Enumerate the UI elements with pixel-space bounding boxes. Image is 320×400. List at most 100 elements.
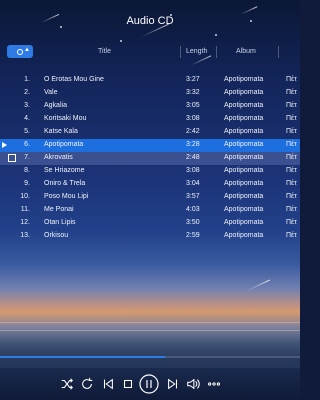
column-divider[interactable] bbox=[180, 46, 181, 58]
seek-bar[interactable] bbox=[0, 356, 300, 358]
track-title: Me Ponai bbox=[44, 206, 74, 213]
track-length: 3:08 bbox=[186, 115, 200, 122]
track-number: 13. bbox=[20, 232, 30, 239]
column-divider[interactable] bbox=[278, 46, 279, 58]
track-artist: Πέτ bbox=[286, 141, 297, 148]
now-playing-icon bbox=[2, 142, 7, 148]
track-album: Apotipomata bbox=[224, 193, 264, 200]
track-artist: Πέτ bbox=[286, 193, 297, 200]
track-row[interactable]: 8. Se Hriazome 3:08 Apotipomata Πέτ bbox=[0, 165, 300, 178]
seek-bar-fill bbox=[0, 356, 165, 358]
track-title: Se Hriazome bbox=[44, 167, 85, 174]
track-row[interactable]: 11. Me Ponai 4:03 Apotipomata Πέτ bbox=[0, 204, 300, 217]
playback-controls bbox=[0, 368, 300, 400]
track-artist: Πέτ bbox=[286, 76, 297, 83]
track-number: 3. bbox=[24, 102, 30, 109]
track-album: Apotipomata bbox=[224, 115, 264, 122]
track-row[interactable]: 4. Koritsaki Mou 3:08 Apotipomata Πέτ bbox=[0, 113, 300, 126]
repeat-icon[interactable] bbox=[80, 377, 94, 391]
track-album: Apotipomata bbox=[224, 167, 264, 174]
track-length: 4:03 bbox=[186, 206, 200, 213]
stop-icon[interactable] bbox=[121, 377, 135, 391]
track-number: 4. bbox=[24, 115, 30, 122]
track-number: 2. bbox=[24, 89, 30, 96]
track-length: 3:28 bbox=[186, 141, 200, 148]
track-title: Apotipomata bbox=[44, 141, 84, 148]
column-album-header[interactable]: Album bbox=[236, 48, 256, 55]
water-reflection bbox=[0, 330, 300, 331]
track-artist: Πέτ bbox=[286, 206, 297, 213]
track-length: 3:08 bbox=[186, 167, 200, 174]
track-length: 2:42 bbox=[186, 128, 200, 135]
track-artist: Πέτ bbox=[286, 154, 297, 161]
track-number: 12. bbox=[20, 219, 30, 226]
track-title: Vale bbox=[44, 89, 58, 96]
track-length: 3:04 bbox=[186, 180, 200, 187]
track-artist: Πέτ bbox=[286, 115, 297, 122]
window-title: Audio CD bbox=[126, 15, 174, 27]
track-title: Poso Mou Lipi bbox=[44, 193, 89, 200]
track-length: 3:05 bbox=[186, 102, 200, 109]
track-album: Apotipomata bbox=[224, 180, 264, 187]
track-number: 7. bbox=[24, 154, 30, 161]
track-number: 9. bbox=[24, 180, 30, 187]
track-length: 3:50 bbox=[186, 219, 200, 226]
track-row[interactable]: 7. Akrovatis 2:48 Apotipomata Πέτ bbox=[0, 152, 300, 165]
more-icon[interactable] bbox=[207, 377, 221, 391]
track-album: Apotipomata bbox=[224, 206, 264, 213]
track-length: 3:57 bbox=[186, 193, 200, 200]
track-album: Apotipomata bbox=[224, 76, 264, 83]
track-album: Apotipomata bbox=[224, 232, 264, 239]
track-row[interactable]: 12. Otan Lipis 3:50 Apotipomata Πέτ bbox=[0, 217, 300, 230]
track-artist: Πέτ bbox=[286, 180, 297, 187]
track-length: 2:59 bbox=[186, 232, 200, 239]
track-title: Akrovatis bbox=[44, 154, 73, 161]
shuffle-icon[interactable] bbox=[60, 377, 74, 391]
track-title: Katse Kala bbox=[44, 128, 78, 135]
track-title: Koritsaki Mou bbox=[44, 115, 87, 122]
track-row[interactable]: 6. Apotipomata 3:28 Apotipomata Πέτ bbox=[0, 139, 300, 152]
column-length-header[interactable]: Length bbox=[186, 48, 207, 55]
column-title-header[interactable]: Title bbox=[98, 48, 111, 55]
track-row[interactable]: 2. Vale 3:32 Apotipomata Πέτ bbox=[0, 87, 300, 100]
track-album: Apotipomata bbox=[224, 128, 264, 135]
track-length: 3:27 bbox=[186, 76, 200, 83]
track-artist: Πέτ bbox=[286, 128, 297, 135]
track-number: 10. bbox=[20, 193, 30, 200]
track-number: 8. bbox=[24, 167, 30, 174]
track-number: 5. bbox=[24, 128, 30, 135]
title-bar: Audio CD bbox=[0, 0, 300, 42]
track-artist: Πέτ bbox=[286, 232, 297, 239]
track-album: Apotipomata bbox=[224, 219, 264, 226]
track-artist: Πέτ bbox=[286, 219, 297, 226]
track-album: Apotipomata bbox=[224, 102, 264, 109]
track-title: O Erotas Mou Gine bbox=[44, 76, 104, 83]
track-row[interactable]: 10. Poso Mou Lipi 3:57 Apotipomata Πέτ bbox=[0, 191, 300, 204]
track-title: Agkalia bbox=[44, 102, 67, 109]
track-row[interactable]: 1. O Erotas Mou Gine 3:27 Apotipomata Πέτ bbox=[0, 74, 300, 87]
previous-icon[interactable] bbox=[101, 377, 115, 391]
track-title: Otan Lipis bbox=[44, 219, 76, 226]
column-header: # Title Length Album bbox=[0, 44, 300, 62]
shooting-star bbox=[246, 279, 270, 292]
horizon-glow bbox=[0, 322, 300, 323]
pause-icon[interactable] bbox=[139, 374, 159, 394]
track-row[interactable]: 5. Katse Kala 2:42 Apotipomata Πέτ bbox=[0, 126, 300, 139]
track-title: Oniro & Trela bbox=[44, 180, 86, 187]
track-length: 2:48 bbox=[186, 154, 200, 161]
track-number: 6. bbox=[24, 141, 30, 148]
track-row[interactable]: 13. Orkisou 2:59 Apotipomata Πέτ bbox=[0, 230, 300, 243]
circle-icon bbox=[17, 48, 23, 55]
volume-icon[interactable] bbox=[186, 377, 200, 391]
track-artist: Πέτ bbox=[286, 167, 297, 174]
track-number: 1. bbox=[24, 76, 30, 83]
column-divider[interactable] bbox=[216, 46, 217, 58]
track-album: Apotipomata bbox=[224, 141, 264, 148]
sort-ascending-icon[interactable]: ▲ bbox=[24, 47, 30, 53]
track-row[interactable]: 3. Agkalia 3:05 Apotipomata Πέτ bbox=[0, 100, 300, 113]
track-artist: Πέτ bbox=[286, 102, 297, 109]
track-row[interactable]: 9. Oniro & Trela 3:04 Apotipomata Πέτ bbox=[0, 178, 300, 191]
track-length: 3:32 bbox=[186, 89, 200, 96]
track-album: Apotipomata bbox=[224, 154, 264, 161]
next-icon[interactable] bbox=[166, 377, 180, 391]
